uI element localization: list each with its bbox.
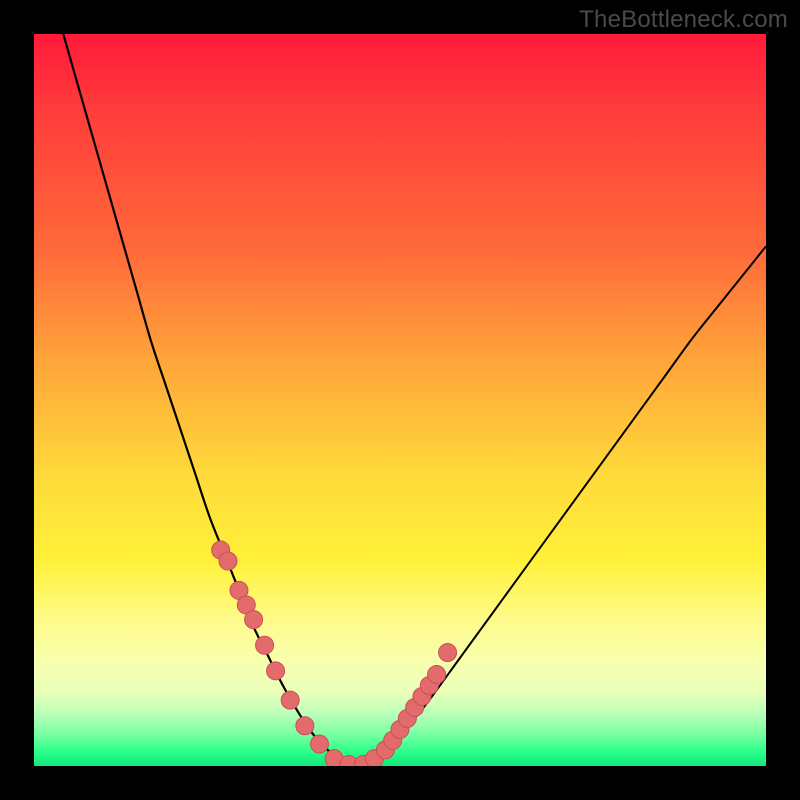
dot <box>267 662 285 680</box>
dot <box>439 644 457 662</box>
dot <box>296 717 314 735</box>
dot <box>281 691 299 709</box>
plot-area <box>34 34 766 766</box>
dot <box>428 666 446 684</box>
dot <box>310 735 328 753</box>
bottleneck-curve-svg <box>34 34 766 766</box>
watermark-text: TheBottleneck.com <box>579 6 788 34</box>
dot <box>245 611 263 629</box>
highlight-dots <box>212 541 457 766</box>
chart-frame: TheBottleneck.com <box>0 0 800 800</box>
curve-left <box>63 34 356 766</box>
dot <box>256 636 274 654</box>
dot <box>219 552 237 570</box>
